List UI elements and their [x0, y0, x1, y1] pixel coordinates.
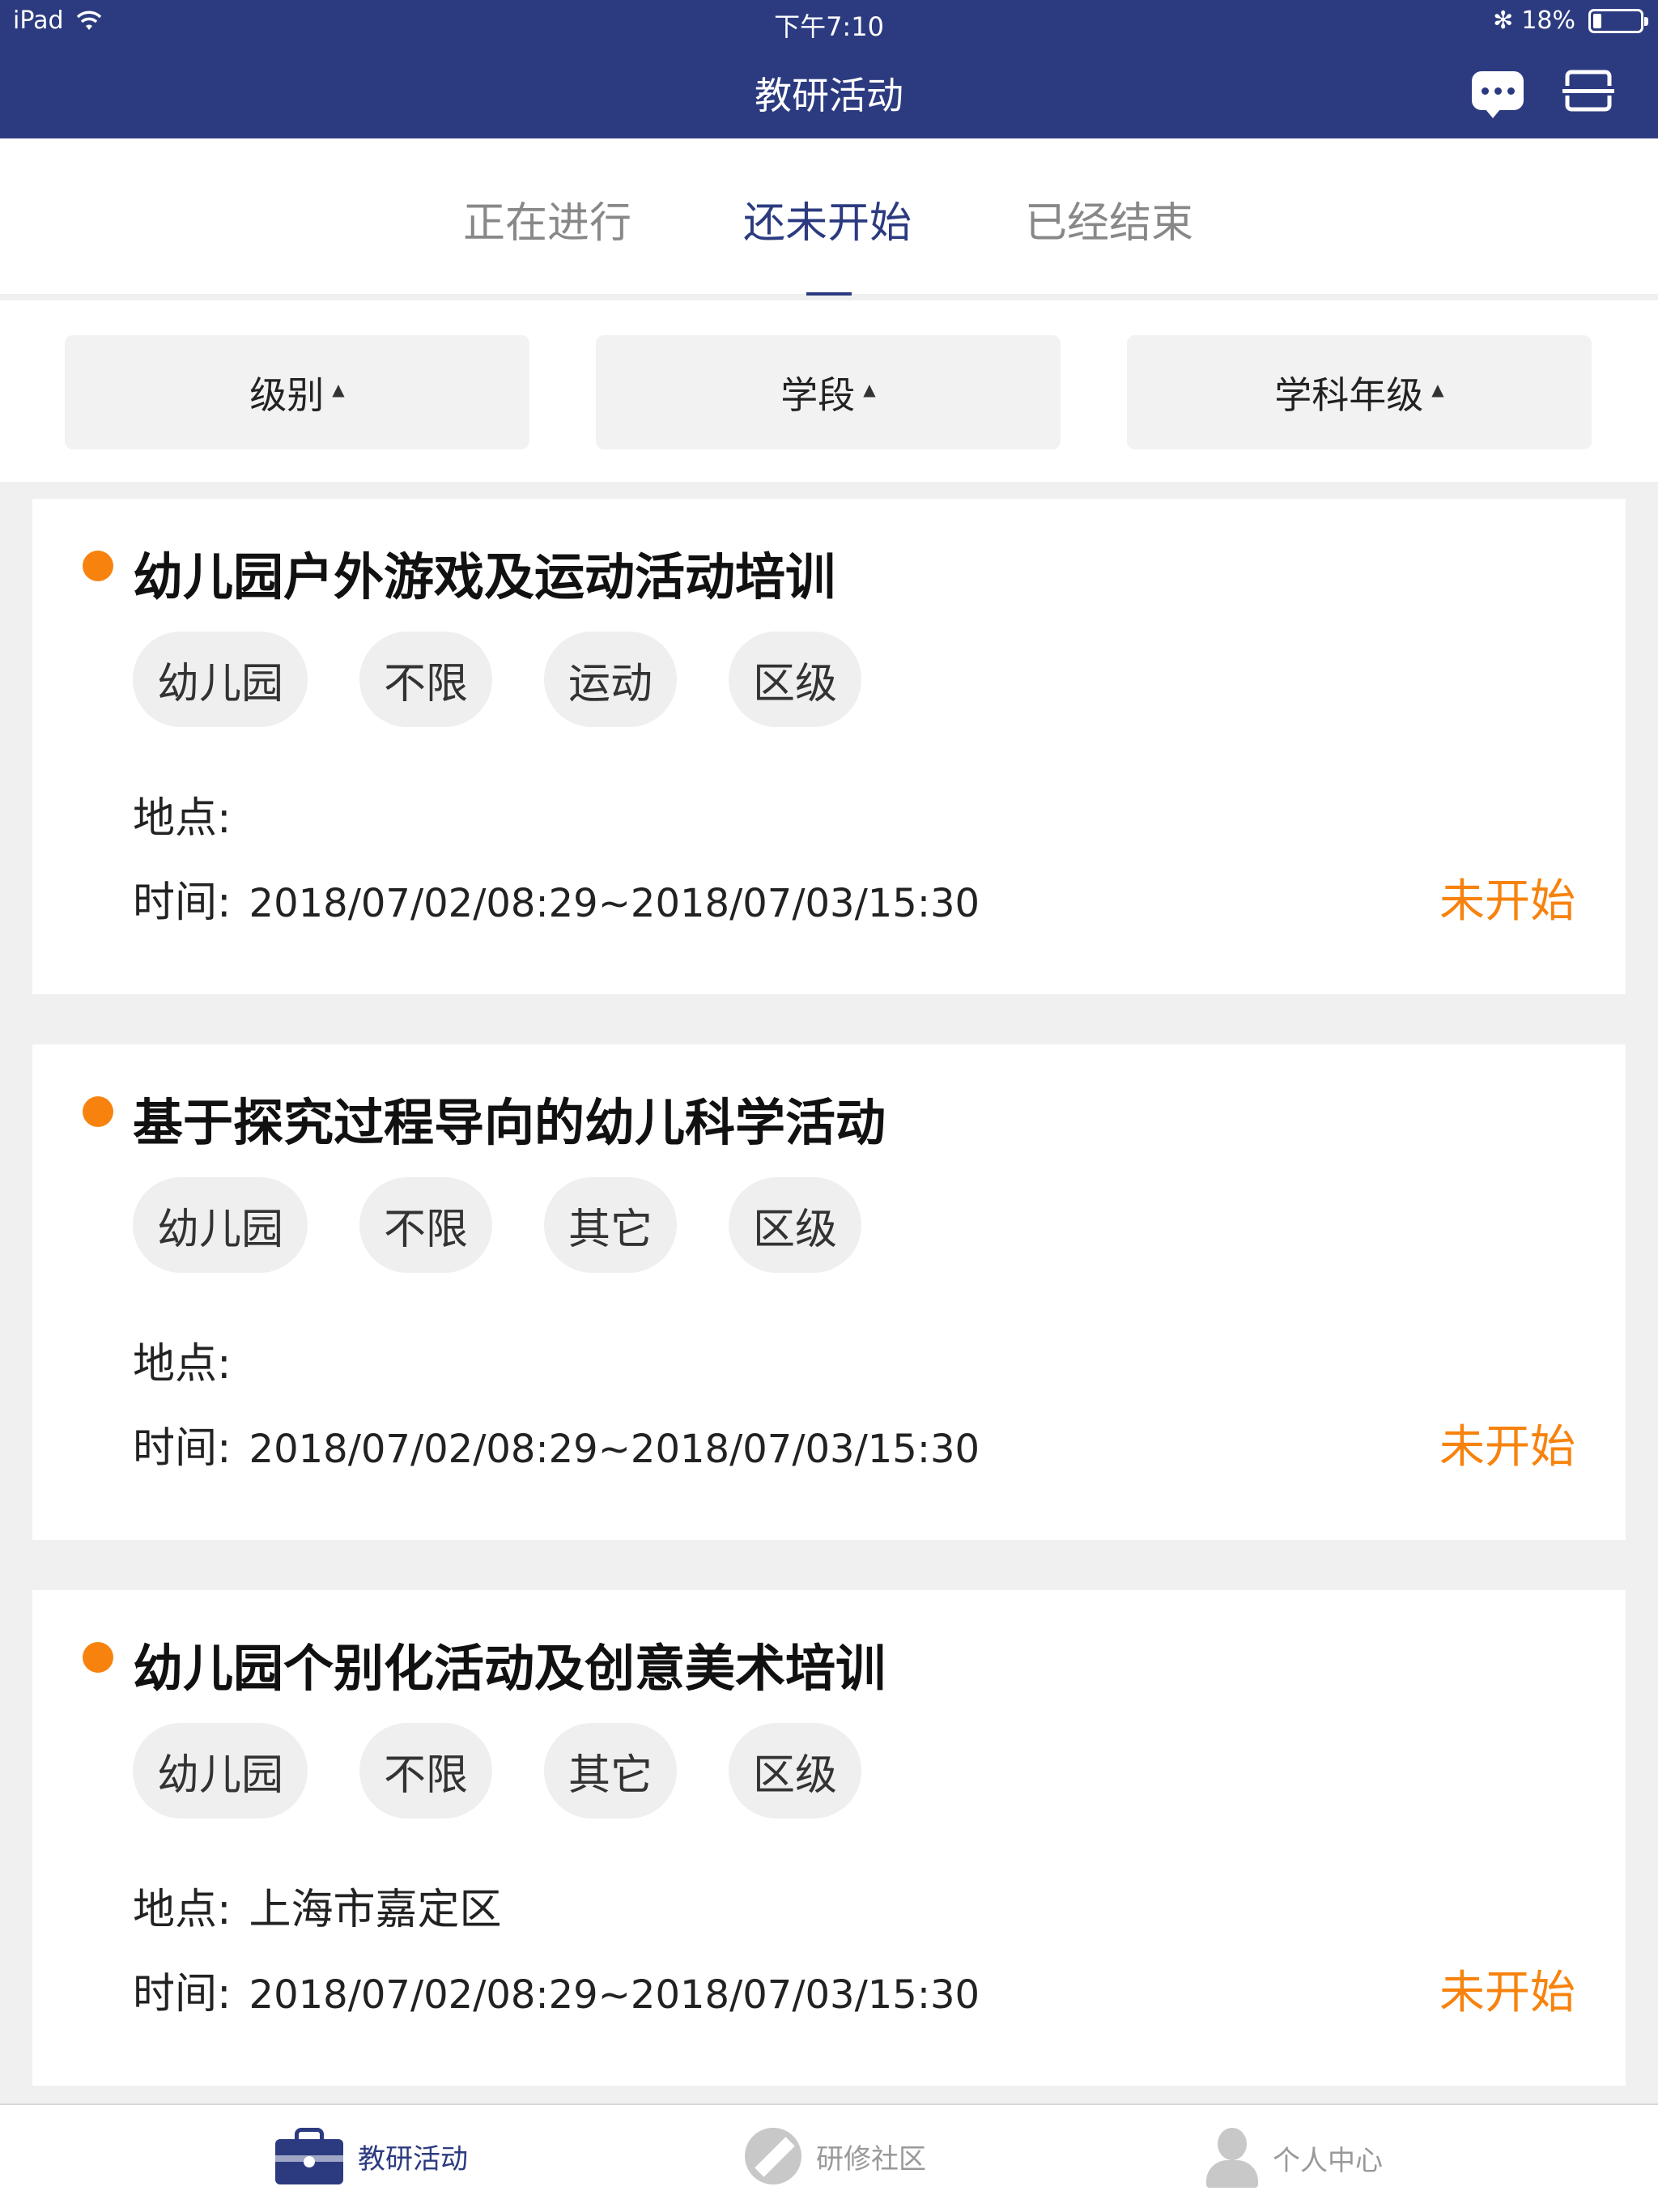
status-badge: 未开始: [1439, 1421, 1575, 1474]
place-label: 地点:: [133, 794, 232, 843]
tag-stage: 幼儿园: [133, 632, 308, 727]
activity-place: 地点:: [133, 1329, 249, 1390]
place-label: 地点:: [133, 1340, 232, 1389]
pencil-icon: [745, 2128, 801, 2184]
time-value: 2018/07/02/08:29~2018/07/03/15:30: [249, 1972, 980, 2018]
caret-up-icon: ▲: [863, 379, 876, 399]
activity-time: 时间: 2018/07/02/08:29~2018/07/03/15:30: [133, 1414, 980, 1474]
activity-place: 地点: 上海市嘉定区: [133, 1875, 502, 1936]
tag-stage: 幼儿园: [133, 1177, 308, 1273]
activity-card[interactable]: 基于探究过程导向的幼儿科学活动 幼儿园 不限 其它 区级 地点: 时间: 2018…: [32, 1044, 1626, 1540]
filter-stage[interactable]: 学段 ▲: [596, 335, 1061, 449]
tag-level: 区级: [729, 1723, 862, 1819]
filter-stage-label: 学段: [780, 372, 856, 417]
bullet-dot-icon: [83, 551, 113, 581]
scan-icon[interactable]: [1562, 70, 1614, 112]
battery-fill: [1593, 13, 1601, 28]
tag-subject: 其它: [544, 1723, 678, 1819]
bluetooth-icon: ✻: [1493, 6, 1514, 35]
tag-grade: 不限: [359, 632, 493, 727]
activity-title: 基于探究过程导向的幼儿科学活动: [133, 1093, 886, 1152]
battery-icon: [1588, 8, 1648, 33]
tag-level: 区级: [729, 1177, 862, 1273]
tabbar-label: 个人中心: [1273, 2144, 1383, 2177]
status-tabs: 正在进行 还未开始 已经结束: [0, 138, 1658, 297]
status-badge: 未开始: [1439, 1967, 1575, 2019]
tag-subject: 其它: [544, 1177, 678, 1273]
tab-ended[interactable]: 已经结束: [1004, 189, 1214, 249]
briefcase-icon: [275, 2128, 343, 2184]
time-label: 时间:: [133, 1424, 232, 1473]
activity-tags: 幼儿园 不限 其它 区级: [133, 1723, 862, 1819]
tabbar-label: 研修社区: [816, 2142, 926, 2176]
tag-grade: 不限: [359, 1723, 493, 1819]
filter-bar: 级别 ▲ 学段 ▲ 学科年级 ▲: [0, 300, 1658, 482]
tab-ongoing[interactable]: 正在进行: [442, 189, 653, 249]
tag-subject: 运动: [544, 632, 678, 727]
bullet-dot-icon: [83, 1096, 113, 1127]
filter-level[interactable]: 级别 ▲: [65, 335, 529, 449]
time-label: 时间:: [133, 1970, 232, 2018]
caret-up-icon: ▲: [1431, 379, 1444, 399]
activity-tags: 幼儿园 不限 其它 区级: [133, 1177, 862, 1273]
bullet-dot-icon: [83, 1642, 113, 1673]
person-icon: [1206, 2128, 1258, 2188]
tabbar-community[interactable]: 研修社区: [745, 2128, 926, 2184]
app-header: iPad 下午7:10 ✻ 18% 教研活动: [0, 0, 1658, 138]
active-tab-indicator: [806, 292, 852, 296]
activity-time: 时间: 2018/07/02/08:29~2018/07/03/15:30: [133, 1959, 980, 2020]
activity-title: 幼儿园个别化活动及创意美术培训: [133, 1639, 886, 1698]
status-bar: iPad 下午7:10 ✻ 18%: [0, 0, 1658, 44]
activity-time: 时间: 2018/07/02/08:29~2018/07/03/15:30: [133, 868, 980, 929]
activity-place: 地点:: [133, 784, 249, 844]
caret-up-icon: ▲: [332, 379, 345, 399]
tabbar-label: 教研活动: [358, 2142, 468, 2176]
tabbar-profile[interactable]: 个人中心: [1206, 2128, 1383, 2188]
activity-card[interactable]: 幼儿园户外游戏及运动活动培训 幼儿园 不限 运动 区级 地点: 时间: 2018/…: [32, 499, 1626, 994]
page-title: 教研活动: [755, 74, 903, 117]
place-value: 上海市嘉定区: [249, 1886, 502, 1934]
battery-percent: 18%: [1521, 6, 1575, 35]
activity-title: 幼儿园户外游戏及运动活动培训: [133, 547, 836, 606]
tag-level: 区级: [729, 632, 862, 727]
tabbar-research-activities[interactable]: 教研活动: [275, 2128, 468, 2184]
time-value: 2018/07/02/08:29~2018/07/03/15:30: [249, 1427, 980, 1472]
status-time: 下午7:10: [774, 11, 884, 42]
tab-not-started[interactable]: 还未开始: [722, 189, 933, 249]
filter-subject-grade[interactable]: 学科年级 ▲: [1127, 335, 1592, 449]
status-right: ✻ 18%: [1493, 6, 1648, 35]
tag-stage: 幼儿园: [133, 1723, 308, 1819]
place-label: 地点:: [133, 1886, 232, 1934]
chat-bubble-icon[interactable]: [1472, 71, 1524, 118]
time-label: 时间:: [133, 878, 232, 927]
time-value: 2018/07/02/08:29~2018/07/03/15:30: [249, 881, 980, 926]
tag-grade: 不限: [359, 1177, 493, 1273]
status-badge: 未开始: [1439, 875, 1575, 928]
bottom-tab-bar: 教研活动 研修社区 个人中心: [0, 2104, 1658, 2212]
activity-card[interactable]: 幼儿园个别化活动及创意美术培训 幼儿园 不限 其它 区级 地点: 上海市嘉定区 时…: [32, 1590, 1626, 2086]
activity-tags: 幼儿园 不限 运动 区级: [133, 632, 862, 727]
filter-subject-grade-label: 学科年级: [1274, 372, 1424, 417]
filter-level-label: 级别: [249, 372, 325, 417]
